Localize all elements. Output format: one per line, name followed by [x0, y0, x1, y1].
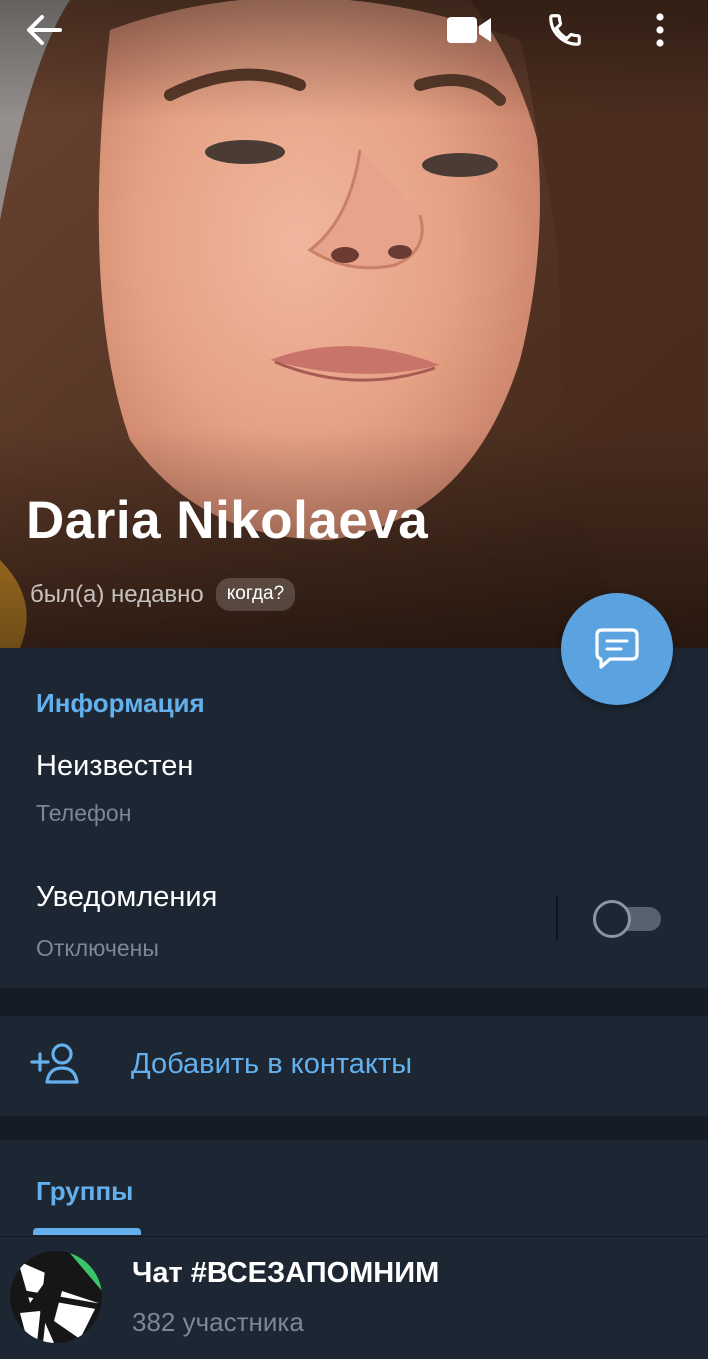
- groups-card: Группы: [0, 1140, 708, 1236]
- add-contact-button[interactable]: Добавить в контакты: [0, 1016, 708, 1116]
- more-vertical-icon[interactable]: [636, 6, 684, 54]
- video-camera-icon[interactable]: [445, 6, 493, 54]
- add-user-icon: [30, 1043, 79, 1084]
- notifications-state: Отключены: [36, 935, 159, 961]
- phone-label: Телефон: [36, 800, 132, 826]
- notifications-title[interactable]: Уведомления: [36, 881, 217, 914]
- top-shade: [0, 0, 708, 120]
- group-avatar: [10, 1251, 102, 1343]
- phone-icon[interactable]: [541, 6, 589, 54]
- send-message-button[interactable]: [561, 593, 673, 705]
- toggle-thumb: [593, 900, 631, 938]
- last-seen-status: был(а) недавно: [30, 580, 204, 608]
- notifications-toggle[interactable]: [593, 900, 661, 938]
- arrow-left-icon[interactable]: [20, 6, 68, 54]
- profile-photo-header[interactable]: Daria Nikolaeva был(а) недавно когда?: [0, 0, 708, 648]
- status-line: был(а) недавно когда?: [30, 578, 296, 611]
- when-badge[interactable]: когда?: [215, 578, 296, 611]
- groups-tab-indicator: [33, 1228, 141, 1235]
- groups-section-title: Группы: [36, 1176, 134, 1206]
- group-name: Чат #ВСЕЗАПОМНИМ: [132, 1257, 440, 1289]
- info-section-title: Информация: [36, 688, 205, 718]
- profile-name: Daria Nikolaeva: [26, 491, 429, 550]
- phone-value[interactable]: Неизвестен: [36, 750, 193, 783]
- message-icon: [595, 628, 639, 669]
- add-contact-label: Добавить в контакты: [131, 1048, 413, 1080]
- group-member-count: 382 участника: [132, 1307, 304, 1337]
- notifications-divider: [556, 896, 558, 940]
- group-list-item[interactable]: Чат #ВСЕЗАПОМНИМ 382 участника: [0, 1236, 708, 1359]
